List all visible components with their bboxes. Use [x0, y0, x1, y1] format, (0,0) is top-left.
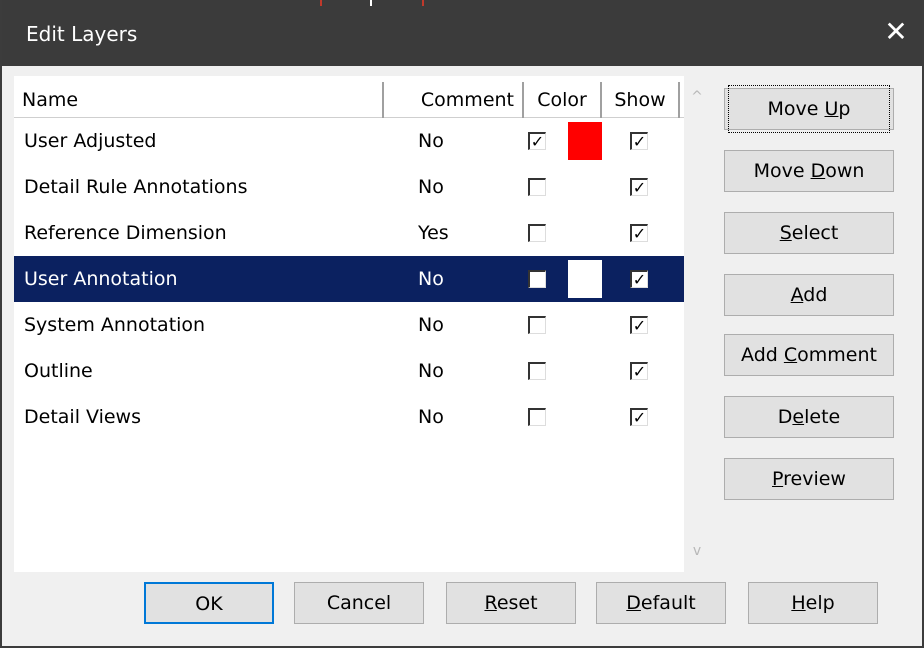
layer-row[interactable]: Detail Views No ✓: [14, 394, 684, 440]
layer-row[interactable]: Outline No ✓: [14, 348, 684, 394]
layer-row[interactable]: System Annotation No ✓: [14, 302, 684, 348]
access-key: R: [484, 592, 497, 614]
button-label: elp: [805, 592, 835, 614]
select-button[interactable]: Select: [724, 212, 894, 254]
layer-comment: Yes: [418, 222, 449, 244]
layer-comment: No: [418, 268, 444, 290]
move-down-button[interactable]: Move Down: [724, 150, 894, 192]
color-checkbox[interactable]: ✓: [528, 132, 546, 150]
delete-button[interactable]: Delete: [724, 396, 894, 438]
button-label: elect: [791, 222, 839, 244]
button-label: p: [838, 98, 851, 120]
layer-row[interactable]: Reference Dimension Yes ✓: [14, 210, 684, 256]
layer-row-selected[interactable]: User Annotation No ✓: [14, 256, 684, 302]
show-checkbox[interactable]: ✓: [630, 270, 648, 288]
color-checkbox[interactable]: [528, 362, 546, 380]
color-swatch[interactable]: [568, 122, 602, 160]
close-icon[interactable]: ✕: [866, 0, 922, 66]
button-label: D: [777, 406, 793, 428]
color-checkbox[interactable]: [528, 270, 546, 288]
preview-button[interactable]: Preview: [724, 458, 894, 500]
column-header-color[interactable]: Color: [524, 82, 602, 118]
artifact-mark: [370, 0, 372, 6]
access-key: U: [824, 98, 839, 120]
show-checkbox[interactable]: ✓: [630, 132, 648, 150]
access-key: C: [783, 344, 798, 366]
help-button[interactable]: Help: [748, 582, 878, 624]
access-key: D: [626, 592, 641, 614]
color-checkbox[interactable]: [528, 224, 546, 242]
color-checkbox[interactable]: [528, 316, 546, 334]
cancel-button[interactable]: Cancel: [294, 582, 424, 624]
button-label: Cancel: [326, 592, 392, 614]
reset-button[interactable]: Reset: [446, 582, 576, 624]
layer-comment: No: [418, 314, 444, 336]
button-label: Move: [767, 98, 825, 120]
layer-name: Outline: [24, 360, 93, 382]
button-label: efault: [640, 592, 696, 614]
access-key: e: [792, 406, 805, 428]
scroll-up-icon[interactable]: ^: [688, 88, 706, 106]
button-label: dd: [803, 284, 828, 306]
access-key: A: [790, 284, 804, 306]
access-key: D: [810, 160, 826, 182]
layer-comment: No: [418, 406, 444, 428]
button-label: Move: [753, 160, 811, 182]
show-checkbox[interactable]: ✓: [630, 224, 648, 242]
list-column-header: Name Comment Color Show: [14, 82, 684, 118]
color-checkbox[interactable]: [528, 178, 546, 196]
column-header-comment[interactable]: Comment: [384, 82, 524, 118]
add-comment-button[interactable]: Add Comment: [724, 334, 894, 376]
button-label: lete: [804, 406, 841, 428]
ok-button[interactable]: OK: [144, 582, 274, 624]
color-checkbox[interactable]: [528, 408, 546, 426]
layer-comment: No: [418, 130, 444, 152]
default-button[interactable]: Default: [596, 582, 726, 624]
access-key: H: [791, 592, 806, 614]
show-checkbox[interactable]: ✓: [630, 362, 648, 380]
move-up-button[interactable]: Move Up: [724, 85, 894, 133]
window-title: Edit Layers: [26, 22, 138, 46]
layer-name: User Adjusted: [24, 130, 157, 152]
color-swatch[interactable]: [568, 260, 602, 298]
layer-name: User Annotation: [24, 268, 178, 290]
layer-row[interactable]: Detail Rule Annotations No ✓: [14, 164, 684, 210]
layer-name: Reference Dimension: [24, 222, 227, 244]
show-checkbox[interactable]: ✓: [630, 316, 648, 334]
title-bar: Edit Layers ✕: [2, 0, 922, 66]
artifact-mark: [422, 0, 424, 6]
scroll-down-icon[interactable]: v: [688, 542, 706, 560]
layer-name: Detail Rule Annotations: [24, 176, 248, 198]
layer-name: Detail Views: [24, 406, 141, 428]
access-key: P: [772, 468, 784, 490]
button-label: eset: [496, 592, 538, 614]
column-header-name[interactable]: Name: [14, 82, 384, 118]
button-label: review: [783, 468, 846, 490]
access-key: S: [779, 222, 792, 244]
button-label: Add: [741, 344, 784, 366]
show-checkbox[interactable]: ✓: [630, 408, 648, 426]
layers-list[interactable]: Name Comment Color Show User Adjusted No…: [14, 76, 684, 572]
layer-comment: No: [418, 360, 444, 382]
show-checkbox[interactable]: ✓: [630, 178, 648, 196]
title-bar-artifacts: [320, 0, 440, 6]
layer-name: System Annotation: [24, 314, 206, 336]
artifact-mark: [320, 0, 322, 6]
layer-row[interactable]: User Adjusted No ✓ ✓: [14, 118, 684, 164]
column-header-show[interactable]: Show: [602, 82, 680, 118]
edit-layers-dialog: Edit Layers ✕ Name Comment Color Show Us…: [0, 0, 924, 648]
button-label: own: [825, 160, 865, 182]
button-label: omment: [797, 344, 877, 366]
layer-comment: No: [418, 176, 444, 198]
button-label: OK: [195, 593, 223, 615]
add-button[interactable]: Add: [724, 274, 894, 316]
